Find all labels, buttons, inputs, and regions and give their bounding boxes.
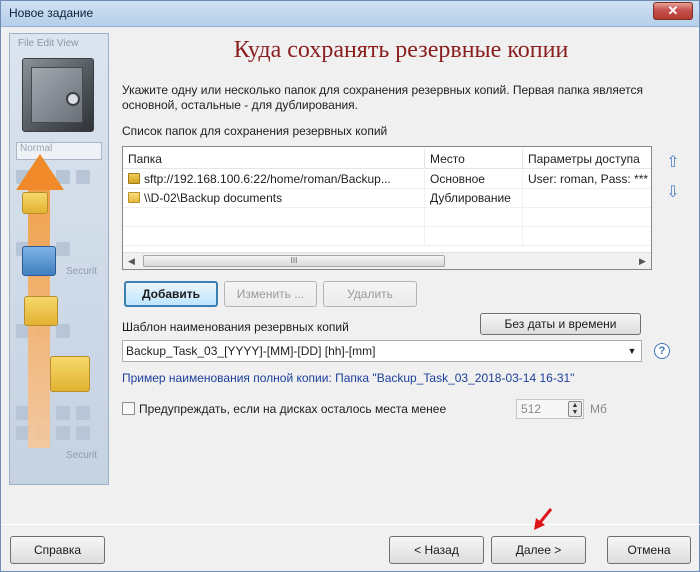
warn-checkbox-row[interactable]: Предупреждать, если на дисках осталось м…: [122, 402, 446, 416]
page-title: Куда сохранять резервные копии: [233, 37, 569, 63]
back-button[interactable]: < Назад: [389, 536, 484, 564]
scroll-right-icon[interactable]: ▶: [634, 253, 651, 269]
move-down-icon[interactable]: ⇩: [664, 184, 682, 202]
list-header: Папка Место Параметры доступа: [123, 149, 651, 169]
row-folder: sftp://192.168.100.6:22/home/roman/Backu…: [144, 172, 391, 186]
template-combo[interactable]: Backup_Task_03_[YYYY]-[MM]-[DD] [hh]-[mm…: [122, 340, 642, 362]
row-place: Основное: [425, 170, 523, 189]
music-folder-icon: [24, 296, 58, 326]
free-space-spinner[interactable]: 512 ▲ ▼: [516, 399, 584, 419]
lock-folder-icon: [128, 173, 140, 184]
folders-list-label: Список папок для сохранения резервных ко…: [122, 124, 388, 138]
scroll-thumb[interactable]: III: [143, 255, 445, 267]
template-label: Шаблон наименования резервных копий: [122, 320, 349, 334]
row-access: [523, 189, 651, 208]
wizard-illustration: File Edit View Normal Securit Securit: [9, 33, 109, 485]
folder-icon: [128, 192, 140, 203]
edit-button[interactable]: Изменить ...: [224, 281, 317, 307]
folder-icon: [22, 192, 48, 214]
chevron-down-icon[interactable]: ▼: [625, 341, 639, 361]
row-place: Дублирование: [425, 189, 523, 208]
horizontal-scrollbar[interactable]: ◀ III ▶: [123, 252, 651, 269]
example-name-text: Пример наименования полной копии: Папка …: [122, 371, 575, 385]
window-title: Новое задание: [9, 6, 94, 20]
spin-updown-icon[interactable]: ▲ ▼: [568, 401, 582, 417]
column-header-place[interactable]: Место: [425, 149, 523, 169]
ghost-security-label-2: Securit: [66, 450, 98, 461]
template-value: Backup_Task_03_[YYYY]-[MM]-[DD] [hh]-[mm…: [126, 344, 376, 358]
add-button[interactable]: Добавить: [124, 281, 218, 307]
close-button[interactable]: ✕: [653, 2, 693, 20]
free-space-value: 512: [521, 402, 542, 416]
column-header-access[interactable]: Параметры доступа: [523, 149, 651, 169]
ghost-menu-text: File Edit View: [18, 38, 79, 49]
unit-label: Мб: [590, 402, 607, 416]
help-icon[interactable]: ?: [654, 343, 670, 359]
cancel-button[interactable]: Отмена: [607, 536, 691, 564]
row-folder: \\D-02\Backup documents: [144, 191, 283, 205]
red-annotation-arrow-icon: [534, 508, 553, 530]
row-access: User: roman, Pass: ***: [523, 170, 651, 189]
table-row[interactable]: \\D-02\Backup documents Дублирование: [123, 189, 651, 208]
video-folder-icon: [50, 356, 90, 392]
help-button[interactable]: Справка: [10, 536, 105, 564]
wizard-window: Новое задание ✕ File Edit View Normal Se…: [0, 0, 700, 572]
warn-checkbox[interactable]: [122, 402, 135, 415]
footer-divider: [1, 524, 700, 525]
image-folder-icon: [22, 246, 56, 276]
title-bar: Новое задание ✕: [1, 1, 699, 27]
safe-icon: [22, 58, 94, 132]
next-button[interactable]: Далее >: [491, 536, 586, 564]
move-up-icon[interactable]: ⇧: [664, 154, 682, 172]
warn-label: Предупреждать, если на дисках осталось м…: [139, 402, 447, 416]
orange-arrow-head: [16, 154, 64, 190]
table-row[interactable]: sftp://192.168.100.6:22/home/roman/Backu…: [123, 170, 651, 189]
scroll-left-icon[interactable]: ◀: [123, 253, 140, 269]
delete-button[interactable]: Удалить: [323, 281, 417, 307]
page-description: Укажите одну или несколько папок для сох…: [122, 83, 644, 112]
column-header-folder[interactable]: Папка: [123, 149, 425, 169]
folders-list[interactable]: Папка Место Параметры доступа sftp://192…: [122, 146, 652, 270]
no-date-button[interactable]: Без даты и времени: [480, 313, 641, 335]
